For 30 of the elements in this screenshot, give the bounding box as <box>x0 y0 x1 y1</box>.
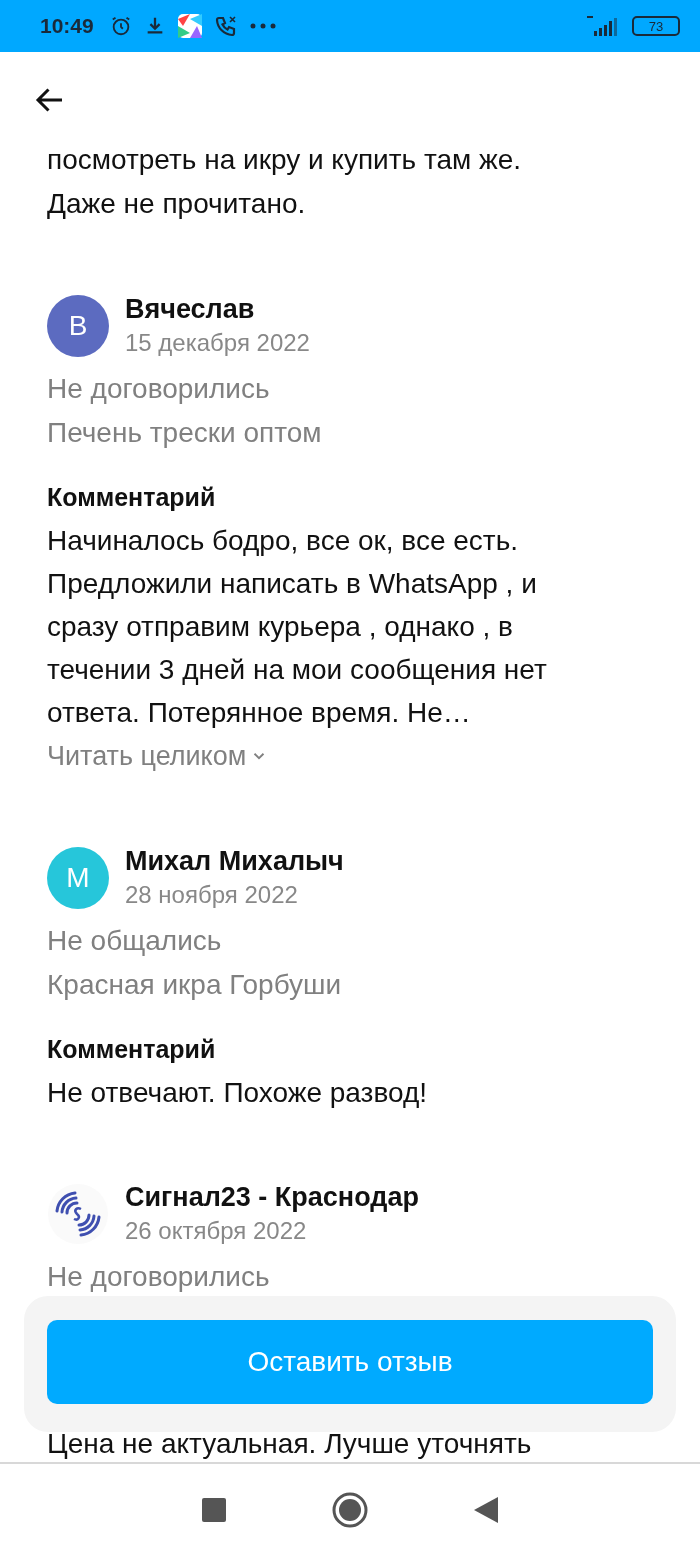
avatar: В <box>47 295 109 357</box>
read-more-link[interactable]: Читать целиком <box>47 734 269 778</box>
more-icon <box>249 23 276 29</box>
review-date: 15 декабря 2022 <box>125 328 310 358</box>
comment-heading: Комментарий <box>47 1034 217 1065</box>
comment-text: Начиналось бодро, все ок, все есть. Предложили написать в WhatsApp , и сразу отправим курьера , однако , в течении 3 дней на мои сообщения нет ответа. Потерянное время. Не… <box>47 524 548 730</box>
product-name: Печень трески оптом <box>47 416 323 450</box>
deal-status: Не договорились <box>47 372 271 406</box>
deal-status: Не общались <box>47 924 223 958</box>
comment-text: посмотреть на икру и купить там же. <box>47 148 523 177</box>
signal-icon <box>586 15 620 37</box>
review-date: 28 ноября 2022 <box>125 880 299 910</box>
review-date: 26 октября 2022 <box>125 1216 308 1246</box>
app-icon <box>177 14 202 38</box>
comment-text: Не отвечают. Похоже развод! <box>47 1076 429 1110</box>
avatar: М <box>47 847 109 909</box>
comment-text: Даже не прочитано. <box>47 187 307 221</box>
product-name: Красная икра Горбуши <box>47 968 343 1002</box>
back-icon[interactable] <box>474 1497 498 1523</box>
comment-heading: Комментарий <box>47 482 217 513</box>
status-time: 10:49 <box>40 14 94 38</box>
deal-status: Не договорились <box>47 1260 271 1294</box>
missed-call-icon <box>213 14 238 38</box>
home-icon[interactable] <box>332 1492 368 1528</box>
leave-review-button[interactable]: Оставить отзыв <box>47 1320 653 1404</box>
battery-icon: 73 <box>632 16 680 36</box>
author-name: Вячеслав <box>125 293 256 326</box>
comment-text: Цена не актуальная. Лучше уточнять <box>47 1427 533 1461</box>
author-name: Сигнал23 - Краснодар <box>125 1181 419 1214</box>
author-name: Михал Михалыч <box>125 845 344 878</box>
